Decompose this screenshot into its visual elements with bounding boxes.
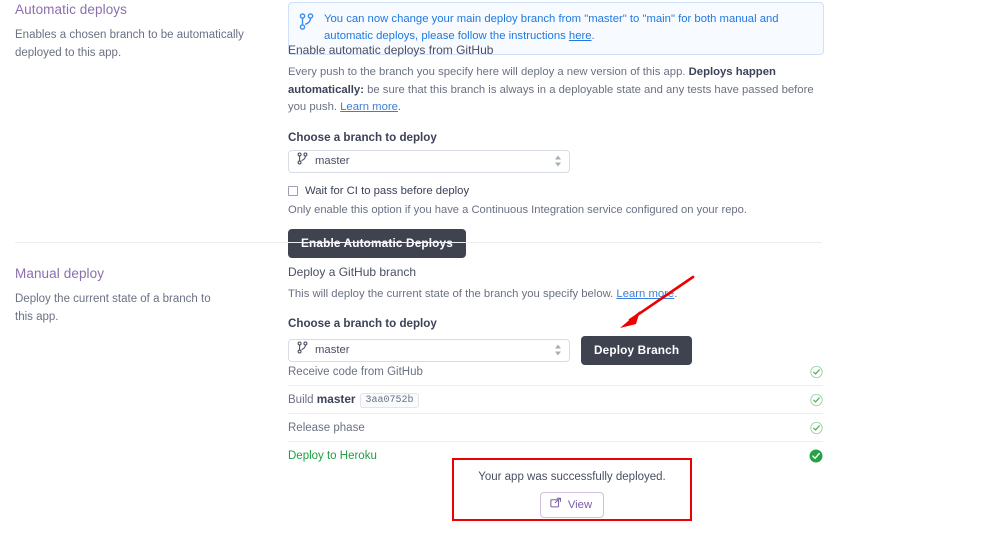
banner-text-before: You can now change your main deploy bran…: [324, 13, 779, 42]
table-row: Receive code from GitHub: [288, 358, 823, 386]
manual-deploy-learn-more-link[interactable]: Learn more: [616, 288, 674, 300]
manual-deploy-form: Deploy a GitHub branch This will deploy …: [288, 265, 828, 365]
deploy-progress-steps: Receive code from GitHub Build master 3aa…: [288, 358, 823, 470]
step-label: Receive code from GitHub: [288, 365, 423, 378]
table-row: Release phase: [288, 414, 823, 442]
banner-text: You can now change your main deploy bran…: [324, 11, 813, 45]
deploy-settings-page: Automatic deploys Enables a chosen branc…: [0, 0, 1000, 552]
step-label: Build master 3aa0752b: [288, 392, 419, 408]
banner-here-link[interactable]: here: [569, 30, 592, 42]
git-branch-icon: [297, 341, 308, 359]
manual-deploy-description: Deploy the current state of a branch to …: [15, 293, 211, 323]
wait-for-ci-row[interactable]: Wait for CI to pass before deploy: [288, 185, 828, 197]
manual-deploy-description-column: Manual deploy Deploy the current state o…: [15, 266, 270, 327]
step-label: Deploy to Heroku: [288, 450, 377, 462]
automatic-deploys-description: Enables a chosen branch to be automatica…: [15, 29, 244, 59]
manual-deploy-paragraph: This will deploy the current state of th…: [288, 286, 828, 304]
table-row: Build master 3aa0752b: [288, 386, 823, 414]
git-branch-icon: [299, 13, 314, 35]
automatic-branch-select-value: master: [315, 155, 350, 167]
automatic-deploys-form: Enable automatic deploys from GitHub Eve…: [288, 43, 828, 258]
manual-deploy-heading: Deploy a GitHub branch: [288, 265, 417, 279]
wait-for-ci-checkbox[interactable]: [288, 185, 298, 196]
view-app-button[interactable]: View: [539, 492, 605, 518]
manual-paragraph-part1: This will deploy the current state of th…: [288, 288, 617, 300]
automatic-deploys-description-column: Automatic deploys Enables a chosen branc…: [15, 2, 270, 63]
deploy-success-highlight-box: Your app was successfully deployed. View: [452, 458, 692, 521]
wait-for-ci-hint: Only enable this option if you have a Co…: [288, 203, 747, 216]
step-label: Release phase: [288, 421, 365, 434]
git-branch-icon: [297, 152, 308, 170]
check-circle-outline-icon: [810, 421, 823, 434]
wait-for-ci-label: Wait for CI to pass before deploy: [305, 184, 470, 197]
chevron-updown-icon[interactable]: [554, 344, 562, 357]
automatic-deploys-learn-more-link[interactable]: Learn more: [340, 101, 398, 113]
chevron-updown-icon[interactable]: [554, 155, 562, 168]
check-circle-outline-icon: [810, 365, 823, 378]
paragraph-end: .: [397, 101, 402, 113]
step-label-branch: master: [316, 391, 356, 406]
step-label-prefix: Build: [288, 393, 317, 406]
section-divider: [15, 242, 822, 243]
manual-branch-select-label: Choose a branch to deploy: [288, 316, 437, 330]
commit-hash-badge: 3aa0752b: [360, 392, 419, 408]
check-circle-filled-icon: [809, 449, 823, 463]
manual-branch-select-value: master: [315, 344, 350, 356]
banner-text-after: .: [591, 29, 595, 42]
check-circle-outline-icon: [810, 393, 823, 406]
automatic-deploys-title: Automatic deploys: [15, 2, 128, 17]
automatic-branch-select[interactable]: master: [288, 149, 570, 173]
manual-paragraph-end: .: [674, 288, 678, 300]
external-link-icon: [550, 497, 562, 512]
view-app-button-label: View: [567, 498, 593, 511]
manual-deploy-title: Manual deploy: [15, 266, 105, 281]
deploy-success-message: Your app was successfully deployed.: [478, 471, 666, 483]
enable-automatic-deploys-button[interactable]: Enable Automatic Deploys: [288, 228, 466, 258]
automatic-branch-select-label: Choose a branch to deploy: [288, 130, 437, 144]
automatic-deploys-paragraph: Every push to the branch you specify her…: [288, 64, 818, 117]
automatic-deploys-heading: Enable automatic deploys from GitHub: [288, 43, 494, 57]
paragraph-part1: Every push to the branch you specify her…: [288, 66, 689, 78]
